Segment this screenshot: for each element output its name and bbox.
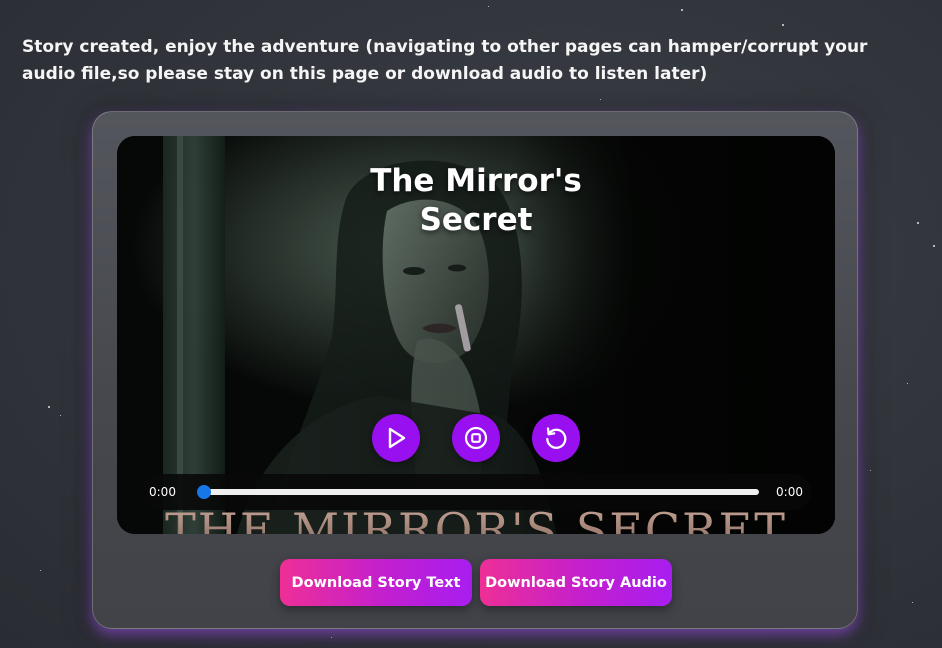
star (40, 570, 41, 571)
star (933, 245, 935, 247)
stop-button[interactable] (452, 414, 500, 462)
download-actions: Download Story Text Download Story Audio (93, 559, 857, 606)
restart-icon (546, 427, 567, 449)
play-button[interactable] (372, 414, 420, 462)
story-created-notice: Story created, enjoy the adventure (navi… (22, 37, 868, 84)
play-icon (388, 427, 406, 449)
star (907, 383, 908, 384)
seek-thumb[interactable] (197, 485, 211, 499)
star (917, 222, 919, 224)
star (681, 9, 683, 11)
stop-icon (464, 426, 488, 450)
download-story-audio-button[interactable]: Download Story Audio (480, 559, 672, 606)
story-title: The Mirror's Secret (370, 163, 582, 238)
star (912, 602, 913, 603)
seek-track[interactable] (197, 485, 759, 499)
current-time: 0:00 (149, 485, 176, 499)
star (870, 470, 871, 471)
download-story-text-button[interactable]: Download Story Text (280, 559, 472, 606)
player-controls (117, 414, 835, 462)
duration-time: 0:00 (776, 485, 803, 499)
star (488, 6, 489, 7)
star (331, 637, 332, 638)
story-card: THE MIRROR'S SECRET The Mirror's Secret (92, 111, 858, 629)
star (782, 24, 784, 26)
star (600, 99, 601, 100)
star (48, 406, 50, 408)
audio-progress-bar: 0:00 0:00 (141, 474, 811, 510)
star (60, 415, 61, 416)
story-player: THE MIRROR'S SECRET The Mirror's Secret (117, 136, 835, 534)
restart-button[interactable] (532, 414, 580, 462)
